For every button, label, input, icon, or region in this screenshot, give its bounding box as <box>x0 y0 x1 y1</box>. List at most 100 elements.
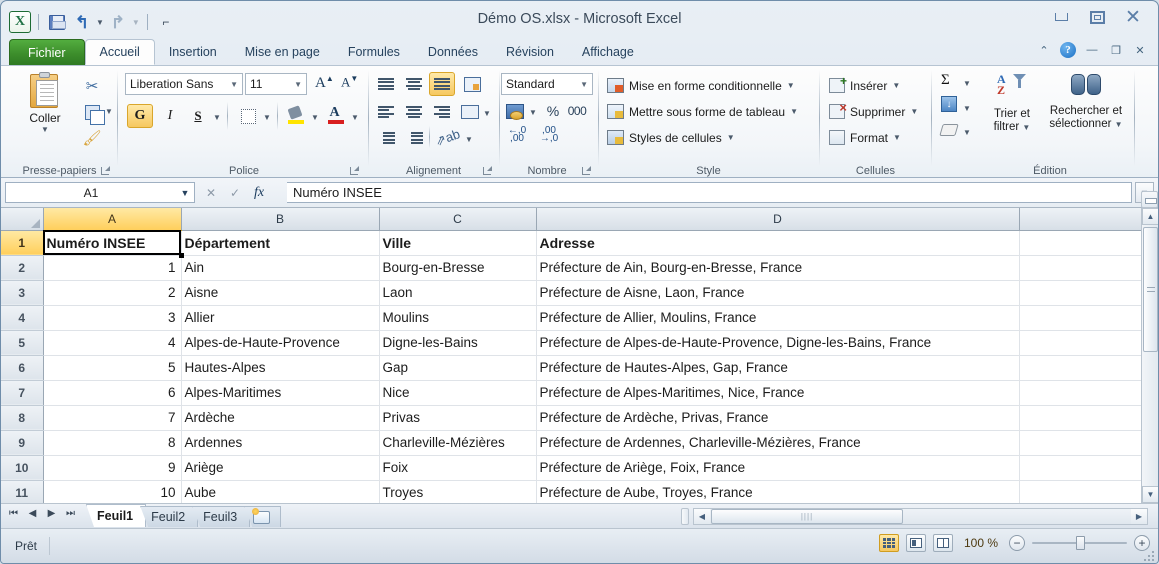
cancel-formula-icon[interactable]: ✕ <box>199 182 223 203</box>
chevron-down-icon[interactable]: ▼ <box>893 133 901 142</box>
underline-dropdown-icon[interactable]: ▼ <box>213 113 221 122</box>
cell-B4[interactable]: Allier <box>181 305 380 331</box>
cell-C2[interactable]: Bourg-en-Bresse <box>379 255 537 281</box>
accounting-dropdown-icon[interactable]: ▼ <box>529 108 537 117</box>
resize-grip[interactable] <box>1144 549 1156 561</box>
bold-button[interactable]: G <box>127 104 153 128</box>
row-header-7[interactable]: 7 <box>1 380 44 406</box>
cell-D1[interactable]: Adresse <box>536 230 1020 256</box>
accounting-format-button[interactable] <box>503 100 527 122</box>
column-header-c[interactable]: C <box>379 208 537 231</box>
column-header-b[interactable]: B <box>181 208 380 231</box>
cell-E8[interactable] <box>1019 405 1142 431</box>
column-header-a[interactable]: A <box>43 208 182 231</box>
spreadsheet-grid[interactable]: A B C D 1 Numéro INSEE Département Ville… <box>1 208 1158 503</box>
cell-B1[interactable]: Département <box>181 230 380 256</box>
cell-B5[interactable]: Alpes-de-Haute-Provence <box>181 330 380 356</box>
cell-D5[interactable]: Préfecture de Alpes-de-Haute-Provence, D… <box>536 330 1020 356</box>
zoom-level[interactable]: 100 % <box>964 536 998 550</box>
cell-C1[interactable]: Ville <box>379 230 537 256</box>
next-sheet-icon[interactable]: ▶ <box>45 508 58 519</box>
fill-button[interactable]: ↓ <box>941 96 957 112</box>
align-center-button[interactable] <box>401 100 427 124</box>
font-size-combo[interactable]: 11 ▼ <box>245 73 307 95</box>
cell-A7[interactable]: 6 <box>43 380 182 406</box>
format-cells-button[interactable]: Format ▼ <box>829 126 901 149</box>
view-page-break-button[interactable] <box>932 534 953 552</box>
chevron-down-icon[interactable]: ▼ <box>1115 120 1123 129</box>
formula-input[interactable]: Numéro INSEE <box>287 182 1132 203</box>
help-icon[interactable]: ? <box>1060 42 1076 58</box>
minimize-button[interactable] <box>1046 7 1076 27</box>
align-middle-button[interactable] <box>401 72 427 96</box>
cell-E3[interactable] <box>1019 280 1142 306</box>
cell-D6[interactable]: Préfecture de Hautes-Alpes, Gap, France <box>536 355 1020 381</box>
orientation-dropdown-icon[interactable]: ▼ <box>465 135 473 144</box>
scroll-down-icon[interactable]: ▼ <box>1142 486 1158 503</box>
align-bottom-button[interactable] <box>429 72 455 96</box>
chevron-down-icon[interactable]: ▼ <box>892 81 900 90</box>
tab-donnees[interactable]: Données <box>414 39 492 65</box>
name-box[interactable]: A1 ▼ <box>5 182 195 203</box>
column-header-d[interactable]: D <box>536 208 1020 231</box>
cell-D8[interactable]: Préfecture de Ardèche, Privas, France <box>536 405 1020 431</box>
chevron-down-icon[interactable]: ▼ <box>727 133 735 142</box>
cut-icon[interactable]: ✂ <box>79 74 105 98</box>
vertical-scrollbar[interactable]: ▲ ▼ <box>1141 208 1158 503</box>
cell-C7[interactable]: Nice <box>379 380 537 406</box>
cell-B9[interactable]: Ardennes <box>181 430 380 456</box>
grow-font-icon[interactable]: A▲ <box>315 74 334 92</box>
cell-E7[interactable] <box>1019 380 1142 406</box>
tab-insertion[interactable]: Insertion <box>155 39 231 65</box>
close-button[interactable]: ✕ <box>1118 7 1148 27</box>
zoom-out-button[interactable]: − <box>1009 535 1025 551</box>
align-left-button[interactable] <box>373 100 399 124</box>
paste-button[interactable]: Coller ▼ <box>15 72 75 134</box>
cell-C4[interactable]: Moulins <box>379 305 537 331</box>
sheet-tab-feuil2[interactable]: Feuil2 <box>140 506 199 527</box>
cell-C5[interactable]: Digne-les-Bains <box>379 330 537 356</box>
cell-E9[interactable] <box>1019 430 1142 456</box>
align-right-button[interactable] <box>429 100 455 124</box>
row-header-11[interactable]: 11 <box>1 480 44 503</box>
cell-D4[interactable]: Préfecture de Allier, Moulins, France <box>536 305 1020 331</box>
row-header-1[interactable]: 1 <box>1 230 44 256</box>
chevron-down-icon[interactable]: ▼ <box>230 80 238 89</box>
first-sheet-icon[interactable]: ⏮ <box>7 508 20 519</box>
cell-C6[interactable]: Gap <box>379 355 537 381</box>
font-dialog-launcher[interactable] <box>348 165 359 176</box>
percent-format-button[interactable]: % <box>543 100 563 122</box>
row-header-4[interactable]: 4 <box>1 305 44 331</box>
italic-button[interactable]: I <box>157 104 183 128</box>
chevron-down-icon[interactable]: ▼ <box>1022 123 1030 132</box>
vertical-scroll-thumb[interactable] <box>1143 227 1158 352</box>
copy-icon[interactable] <box>79 100 105 125</box>
chevron-down-icon[interactable]: ▼ <box>910 107 918 116</box>
increase-decimal-button[interactable]: ←,0,00 <box>505 124 529 146</box>
borders-dropdown-icon[interactable]: ▼ <box>263 113 271 122</box>
thousands-format-button[interactable]: 000 <box>565 100 589 122</box>
cell-B3[interactable]: Aisne <box>181 280 380 306</box>
last-sheet-icon[interactable]: ⏭ <box>64 508 77 519</box>
wrap-text-button[interactable] <box>459 72 485 96</box>
fill-color-button[interactable] <box>283 103 309 127</box>
cell-B7[interactable]: Alpes-Maritimes <box>181 380 380 406</box>
doc-close-icon[interactable]: ✕ <box>1132 42 1148 58</box>
cell-A8[interactable]: 7 <box>43 405 182 431</box>
cell-D7[interactable]: Préfecture de Alpes-Maritimes, Nice, Fra… <box>536 380 1020 406</box>
row-header-8[interactable]: 8 <box>1 405 44 431</box>
autosum-dropdown-icon[interactable]: ▼ <box>963 79 971 88</box>
horizontal-scrollbar[interactable]: ◀ |||| ▶ <box>693 508 1148 525</box>
cell-B6[interactable]: Hautes-Alpes <box>181 355 380 381</box>
decrease-indent-button[interactable] <box>373 126 399 150</box>
cell-C8[interactable]: Privas <box>379 405 537 431</box>
cell-D10[interactable]: Préfecture de Ariège, Foix, France <box>536 455 1020 481</box>
merge-dropdown-icon[interactable]: ▼ <box>483 109 491 118</box>
select-all-corner[interactable] <box>1 208 44 231</box>
cell-D3[interactable]: Préfecture de Aisne, Laon, France <box>536 280 1020 306</box>
cell-A4[interactable]: 3 <box>43 305 182 331</box>
row-header-10[interactable]: 10 <box>1 455 44 481</box>
horizontal-scroll-thumb[interactable]: |||| <box>711 509 903 524</box>
cell-C11[interactable]: Troyes <box>379 480 537 503</box>
number-dialog-launcher[interactable] <box>580 165 591 176</box>
